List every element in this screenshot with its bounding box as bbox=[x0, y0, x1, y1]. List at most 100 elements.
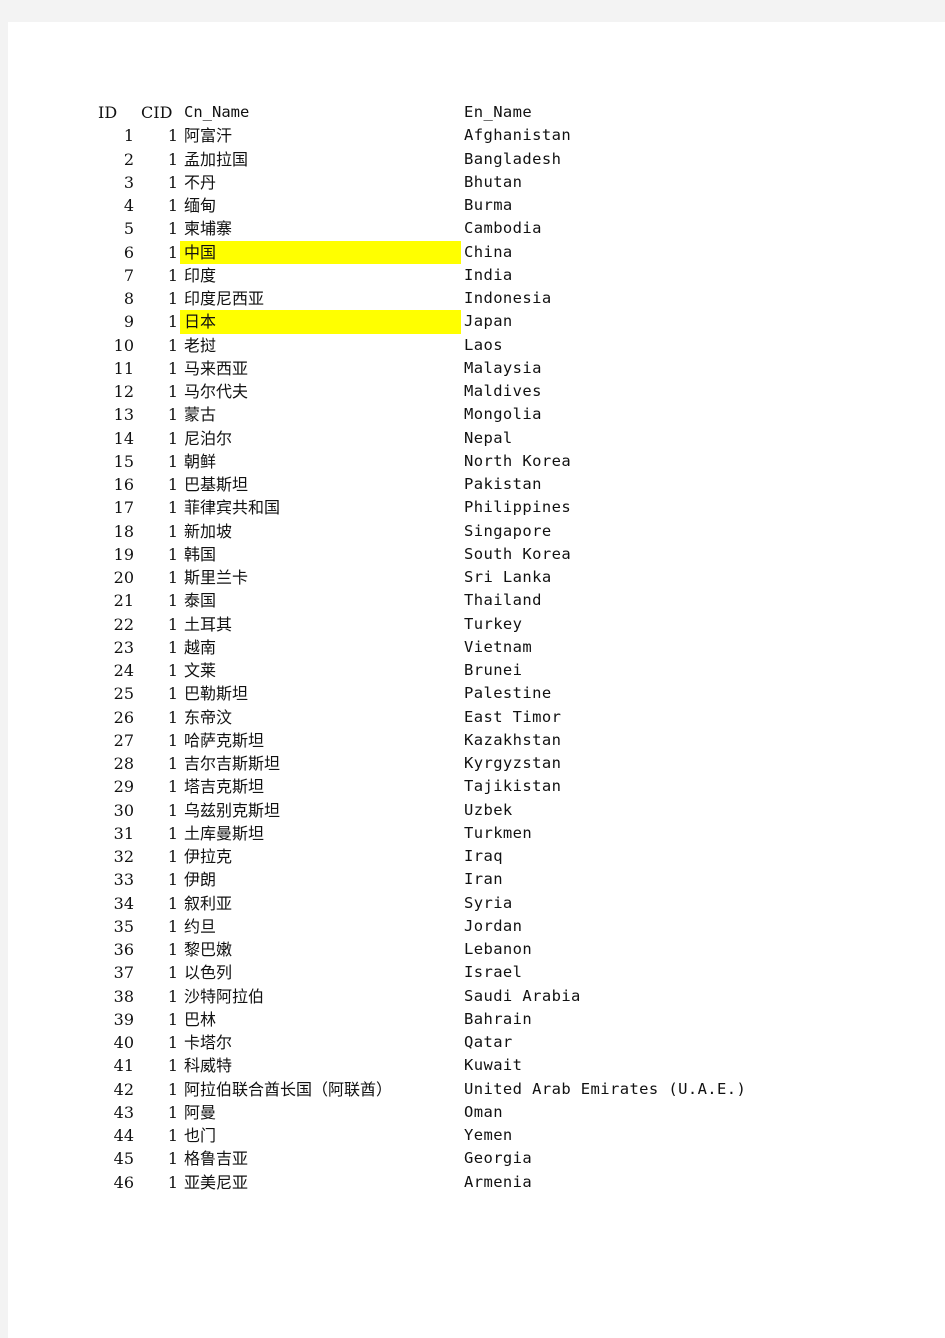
cell-en-name: South Korea bbox=[464, 544, 572, 563]
cell-cid: 1 bbox=[167, 451, 178, 471]
cell-cn-name: 约旦 bbox=[184, 916, 217, 936]
cell-cn-name: 格鲁吉亚 bbox=[184, 1149, 249, 1169]
cell-id: 30 bbox=[113, 800, 134, 820]
cell-cn-name: 日本 bbox=[180, 310, 461, 334]
cell-en-name: Tajikistan bbox=[464, 777, 562, 796]
cell-cid: 1 bbox=[167, 730, 178, 750]
cell-en-name: Saudi Arabia bbox=[464, 986, 581, 1005]
cell-en-name: Georgia bbox=[464, 1149, 533, 1168]
cell-cn-name: 叙利亚 bbox=[184, 893, 233, 913]
cell-cn-name: 伊朗 bbox=[184, 870, 217, 890]
cell-cn-name: 斯里兰卡 bbox=[184, 568, 249, 587]
cell-en-name: China bbox=[464, 242, 513, 261]
header-cid: CID bbox=[141, 103, 173, 122]
cell-cid: 1 bbox=[167, 823, 178, 843]
cell-cn-name: 亚美尼亚 bbox=[184, 1172, 249, 1192]
cell-cid: 1 bbox=[167, 335, 178, 355]
cell-cn-name: 伊拉克 bbox=[184, 847, 233, 866]
cell-cn-name: 沙特阿拉伯 bbox=[184, 986, 265, 1006]
cell-cn-name: 新加坡 bbox=[184, 521, 233, 541]
cell-en-name: Armenia bbox=[464, 1172, 533, 1191]
cell-cn-name: 中国 bbox=[180, 240, 461, 264]
cell-cn-name: 巴林 bbox=[184, 1009, 217, 1029]
cell-cid: 1 bbox=[167, 1172, 178, 1192]
cell-id: 11 bbox=[113, 358, 134, 378]
cell-id: 38 bbox=[113, 986, 134, 1006]
cell-id: 25 bbox=[113, 684, 134, 704]
cell-cid: 1 bbox=[167, 1126, 178, 1145]
cell-en-name: Nepal bbox=[464, 428, 513, 447]
cell-cn-name: 朝鲜 bbox=[184, 451, 217, 471]
cell-cid: 1 bbox=[167, 149, 178, 169]
cell-id: 6 bbox=[123, 242, 134, 262]
cell-en-name: Thailand bbox=[464, 591, 542, 610]
cell-cid: 1 bbox=[167, 847, 178, 866]
cell-id: 29 bbox=[113, 777, 134, 797]
cell-cid: 1 bbox=[167, 1102, 178, 1122]
cell-cn-name: 科威特 bbox=[184, 1056, 233, 1076]
cell-id: 20 bbox=[113, 568, 134, 587]
cell-en-name: Malaysia bbox=[464, 358, 542, 377]
cell-en-name: Vietnam bbox=[464, 637, 533, 656]
cell-cid: 1 bbox=[167, 1149, 178, 1169]
cell-en-name: Yemen bbox=[464, 1126, 513, 1144]
cell-id: 23 bbox=[113, 637, 134, 657]
cell-id: 34 bbox=[113, 893, 134, 913]
cell-id: 19 bbox=[113, 544, 134, 564]
cell-cid: 1 bbox=[167, 1009, 178, 1029]
cell-cn-name: 文莱 bbox=[184, 661, 217, 680]
cell-id: 42 bbox=[113, 1079, 134, 1099]
cell-cid: 1 bbox=[167, 893, 178, 913]
cell-cn-name: 以色列 bbox=[184, 963, 233, 983]
cell-id: 14 bbox=[113, 428, 134, 448]
cell-cn-name: 老挝 bbox=[184, 335, 217, 355]
cell-cn-name: 巴勒斯坦 bbox=[184, 684, 249, 704]
cell-id: 7 bbox=[123, 265, 134, 285]
cell-id: 28 bbox=[113, 754, 134, 773]
cell-cn-name: 阿富汗 bbox=[184, 126, 233, 146]
cell-cid: 1 bbox=[167, 1056, 178, 1076]
cell-id: 22 bbox=[113, 614, 134, 634]
cell-cid: 1 bbox=[167, 405, 178, 425]
cell-cn-name: 塔吉克斯坦 bbox=[184, 777, 265, 797]
cell-cn-name: 也门 bbox=[184, 1126, 217, 1145]
cell-cn-name: 韩国 bbox=[184, 544, 217, 564]
cell-cid: 1 bbox=[167, 800, 178, 820]
cell-id: 39 bbox=[113, 1009, 134, 1029]
cell-id: 44 bbox=[113, 1126, 134, 1145]
cell-cid: 1 bbox=[167, 1079, 178, 1099]
cell-id: 43 bbox=[113, 1102, 134, 1122]
cell-cn-name: 哈萨克斯坦 bbox=[184, 730, 265, 750]
header-id: ID bbox=[98, 103, 118, 122]
cell-cid: 1 bbox=[167, 242, 178, 262]
cell-id: 8 bbox=[123, 289, 134, 308]
cell-cid: 1 bbox=[167, 614, 178, 634]
cell-en-name: Singapore bbox=[464, 521, 552, 540]
cell-en-name: Burma bbox=[464, 196, 513, 214]
cell-cn-name: 印度尼西亚 bbox=[184, 289, 265, 308]
cell-cid: 1 bbox=[167, 591, 178, 611]
cell-cid: 1 bbox=[167, 754, 178, 773]
cell-en-name: United Arab Emirates (U.A.E.) bbox=[464, 1079, 747, 1098]
cell-en-name: Bangladesh bbox=[464, 149, 562, 168]
cell-en-name: Afghanistan bbox=[464, 126, 572, 145]
cell-id: 13 bbox=[113, 405, 134, 425]
cell-cid: 1 bbox=[167, 172, 178, 192]
cell-id: 24 bbox=[113, 661, 134, 680]
cell-cid: 1 bbox=[167, 196, 178, 215]
cell-id: 41 bbox=[113, 1056, 134, 1076]
cell-id: 5 bbox=[123, 219, 134, 239]
cell-id: 3 bbox=[123, 172, 134, 192]
cell-en-name: Iran bbox=[464, 870, 503, 889]
cell-cid: 1 bbox=[167, 777, 178, 797]
cell-en-name: Cambodia bbox=[464, 219, 542, 238]
cell-id: 4 bbox=[123, 196, 134, 215]
cell-cn-name: 卡塔尔 bbox=[184, 1033, 233, 1052]
cell-en-name: East Timor bbox=[464, 707, 562, 726]
cell-id: 2 bbox=[123, 149, 134, 169]
cell-en-name: Kyrgyzstan bbox=[464, 754, 562, 772]
cell-en-name: Bahrain bbox=[464, 1009, 533, 1028]
cell-en-name: Oman bbox=[464, 1102, 503, 1121]
cell-id: 36 bbox=[113, 940, 134, 959]
cell-id: 35 bbox=[113, 916, 134, 936]
